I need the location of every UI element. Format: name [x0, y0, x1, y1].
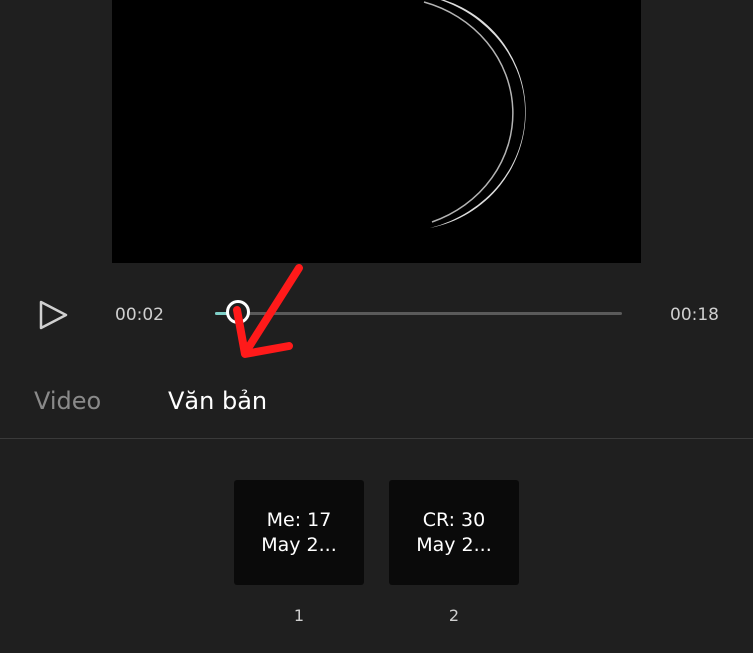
seek-bar[interactable] — [215, 300, 622, 324]
seek-thumb[interactable] — [226, 300, 250, 324]
text-item-index: 1 — [293, 606, 305, 625]
moon-crescent-image — [112, 0, 641, 263]
play-button[interactable] — [36, 298, 72, 332]
tab-video[interactable]: Video — [34, 386, 101, 416]
text-item-card[interactable]: Me: 17 May 2... — [234, 480, 364, 585]
divider — [0, 438, 753, 439]
text-item-line: May 2... — [261, 533, 337, 556]
current-time: 00:02 — [115, 305, 164, 325]
video-preview[interactable] — [112, 0, 641, 263]
text-item-line: May 2... — [416, 533, 492, 556]
text-item-card[interactable]: CR: 30 May 2... — [389, 480, 519, 585]
total-time: 00:18 — [670, 305, 719, 325]
tab-text[interactable]: Văn bản — [168, 386, 267, 416]
text-item-line: Me: 17 — [266, 508, 332, 531]
video-editor-screen: 00:02 00:18 Video Văn bản Me: 17 May 2..… — [0, 0, 753, 653]
text-item-line: CR: 30 — [422, 508, 486, 531]
play-icon — [39, 300, 68, 330]
text-item-index: 2 — [448, 606, 460, 625]
